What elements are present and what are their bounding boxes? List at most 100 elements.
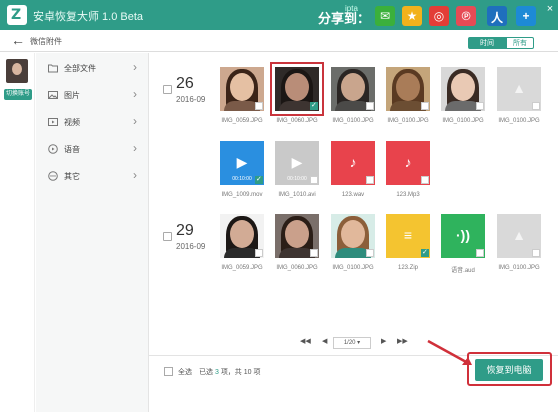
nav-bar: ← 微信附件 时间 所有 bbox=[0, 30, 558, 52]
file-tile-photo[interactable] bbox=[386, 67, 430, 111]
file-checkbox[interactable] bbox=[421, 248, 429, 257]
file-checkbox[interactable] bbox=[476, 249, 484, 257]
file-tile-placeholder[interactable]: ▲ bbox=[497, 214, 541, 258]
select-all-checkbox[interactable] bbox=[164, 367, 173, 376]
file-checkbox[interactable] bbox=[366, 249, 374, 257]
file-name: IMG_0060.JPG bbox=[276, 118, 318, 124]
group-month: 2016-09 bbox=[176, 242, 206, 251]
sidebar-item-all-files[interactable]: 全部文件 › bbox=[36, 55, 149, 81]
total-count: 10 bbox=[243, 369, 252, 376]
file-tile-video[interactable]: ▶ 00:10:00 bbox=[275, 141, 319, 185]
placeholder-icon: ▲ bbox=[512, 80, 526, 96]
breadcrumb: 微信附件 bbox=[30, 37, 62, 46]
file-tile-photo[interactable] bbox=[275, 214, 319, 258]
file-tile-photo[interactable] bbox=[331, 67, 375, 111]
page-select[interactable]: 1/20 ▾ bbox=[333, 337, 371, 349]
video-icon bbox=[48, 118, 58, 126]
video-icon: ▶ bbox=[291, 154, 303, 170]
qzone-icon[interactable]: ★ bbox=[402, 6, 422, 26]
file-checkbox[interactable] bbox=[310, 176, 318, 184]
file-name: IMG_0100.JPG bbox=[442, 118, 484, 124]
file-checkbox[interactable] bbox=[532, 249, 540, 257]
sidebar-item-label: 其它 bbox=[64, 172, 80, 181]
file-checkbox[interactable] bbox=[532, 102, 540, 110]
file-tile-photo[interactable] bbox=[441, 67, 485, 111]
select-all-label[interactable]: 全选 bbox=[178, 367, 192, 377]
file-name: IMG_0100.JPG bbox=[332, 118, 374, 124]
file-checkbox[interactable] bbox=[476, 102, 484, 110]
group-checkbox[interactable] bbox=[163, 232, 172, 241]
group-checkbox[interactable] bbox=[163, 85, 172, 94]
file-checkbox[interactable] bbox=[366, 102, 374, 110]
file-tile-voice[interactable]: ·)) bbox=[441, 214, 485, 258]
file-tile-photo[interactable] bbox=[270, 62, 324, 116]
share-glyph: 人 bbox=[490, 11, 503, 25]
tencent-weibo-icon[interactable]: ℗ bbox=[456, 6, 476, 26]
file-checkbox[interactable] bbox=[421, 176, 429, 184]
sidebar: 全部文件 › 图片 › 视频 › 语音 › 其它 › bbox=[36, 53, 149, 412]
photo-face bbox=[341, 73, 365, 101]
file-checkbox[interactable] bbox=[421, 102, 429, 110]
close-icon[interactable]: × bbox=[544, 3, 556, 15]
avatar[interactable] bbox=[6, 59, 28, 83]
next-page-icon[interactable]: ▶ bbox=[381, 337, 386, 349]
first-page-icon[interactable]: ◀◀ bbox=[300, 337, 311, 349]
file-tile-photo[interactable] bbox=[331, 214, 375, 258]
file-tile-doc[interactable]: ≡ bbox=[386, 214, 430, 258]
switch-account-button[interactable]: 切换账号 bbox=[4, 89, 32, 100]
file-tile-audio[interactable]: ♪ bbox=[386, 141, 430, 185]
chevron-right-icon: › bbox=[133, 60, 137, 74]
last-page-icon[interactable]: ▶▶ bbox=[397, 337, 408, 349]
share-label: 分享到： bbox=[318, 11, 371, 26]
doc-icon: ≡ bbox=[403, 227, 413, 243]
wechat-icon[interactable]: ✉ bbox=[375, 6, 395, 26]
prev-page-icon[interactable]: ◀ bbox=[322, 337, 327, 349]
share-glyph: ✉ bbox=[379, 9, 391, 23]
restore-to-computer-button[interactable]: 恢复到电脑 bbox=[475, 359, 543, 381]
sidebar-item-videos[interactable]: 视频 › bbox=[36, 109, 149, 135]
video-icon: ▶ bbox=[236, 154, 248, 170]
file-tile-photo[interactable] bbox=[220, 214, 264, 258]
file-checkbox[interactable] bbox=[255, 175, 263, 184]
show-all-tab[interactable]: 所有 bbox=[506, 37, 534, 49]
sidebar-item-voice[interactable]: 语音 › bbox=[36, 136, 149, 162]
selected-prefix: 已选 bbox=[199, 369, 213, 376]
account-column: 切换账号 bbox=[0, 53, 35, 412]
file-name: IMG_0100.JPG bbox=[498, 265, 540, 271]
file-name: IMG_0060.JPG bbox=[276, 265, 318, 271]
photo-face bbox=[451, 73, 475, 101]
file-tile-placeholder[interactable]: ▲ bbox=[497, 67, 541, 111]
back-arrow-icon[interactable]: ← bbox=[11, 33, 25, 47]
sidebar-item-images[interactable]: 图片 › bbox=[36, 82, 149, 108]
file-tile-video[interactable]: ▶ 00:10:00 bbox=[220, 141, 264, 185]
selection-summary: 已选 3 项，共 10 项 bbox=[199, 367, 261, 377]
file-name: IMG_0059.JPG bbox=[221, 118, 263, 124]
file-tile-photo[interactable] bbox=[220, 67, 264, 111]
selected-suffix: 项 bbox=[253, 369, 261, 376]
renren-icon[interactable]: 人 bbox=[487, 6, 507, 26]
voice-icon: ·)) bbox=[456, 227, 470, 243]
weibo-icon[interactable]: ◎ bbox=[429, 6, 449, 26]
file-checkbox[interactable] bbox=[255, 102, 263, 110]
sort-by-time-tab[interactable]: 时间 bbox=[468, 37, 506, 49]
file-name: 语音.aud bbox=[451, 268, 475, 274]
chevron-right-icon: › bbox=[133, 87, 137, 101]
file-checkbox[interactable] bbox=[310, 101, 318, 110]
app-logo-icon bbox=[7, 5, 27, 25]
file-tile-audio[interactable]: ♪ bbox=[331, 141, 375, 185]
file-name: IMG_1010.avi bbox=[278, 192, 316, 198]
file-checkbox[interactable] bbox=[366, 176, 374, 184]
file-name: IMG_0059.JPG bbox=[221, 265, 263, 271]
sidebar-item-label: 语音 bbox=[64, 145, 80, 154]
audio-icon: ♪ bbox=[349, 154, 357, 170]
sidebar-item-other[interactable]: 其它 › bbox=[36, 163, 149, 189]
photo-face bbox=[285, 220, 309, 248]
file-checkbox[interactable] bbox=[310, 249, 318, 257]
photo-face bbox=[230, 220, 254, 248]
add-more-icon[interactable]: + bbox=[516, 6, 536, 26]
group-month: 2016-09 bbox=[176, 95, 206, 104]
file-name: IMG_0100.JPG bbox=[387, 118, 429, 124]
file-name: 123.Mp3 bbox=[396, 192, 420, 198]
file-checkbox[interactable] bbox=[255, 249, 263, 257]
more-icon bbox=[48, 171, 58, 181]
